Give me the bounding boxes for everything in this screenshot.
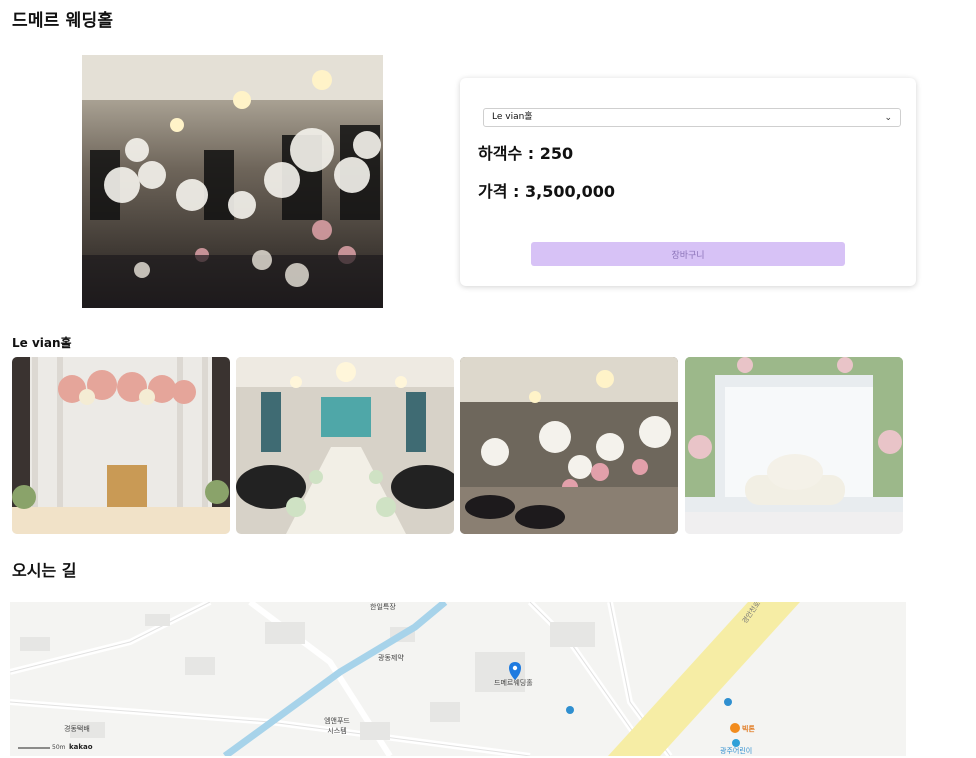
hall-select[interactable]: Le vian홀 ⌄ [483,108,901,127]
map-place-label: 빅톤 [742,725,755,733]
map-scale-label: 50m [52,744,66,751]
directions-title: 오시는 길 [12,561,77,580]
page-title: 드메르 웨딩홀 [12,11,114,31]
gallery-image-1[interactable] [12,357,230,534]
gallery-image-2[interactable] [236,357,454,534]
gallery-title: Le vian홀 [12,336,72,350]
price: 가격 : 3,500,000 [478,182,616,201]
gallery-image-3[interactable] [460,357,678,534]
map-brand-logo: kakao [69,743,93,751]
hall-info-card: Le vian홀 ⌄ 하객수 : 250 가격 : 3,500,000 장바구니 [460,78,916,286]
map-marker-label: 드메르웨딩홀 [494,679,533,687]
map-place-label: 광주어린이 [720,747,753,755]
chevron-down-icon: ⌄ [884,113,892,123]
gallery-image-4[interactable] [685,357,903,534]
add-to-cart-button[interactable]: 장바구니 [531,242,845,266]
guest-count: 하객수 : 250 [478,144,574,163]
hall-select-value: Le vian홀 [492,112,533,122]
map-place-label: 한일특장 [370,603,396,611]
map-place-label: 엠앤푸드 시스템 [324,717,350,735]
hall-main-photo [82,55,383,308]
location-map[interactable]: 한일특장 광동제약 경동택배 엠앤푸드 시스템 빅톤 광주어린이 드메르웨딩홀 … [10,602,906,756]
map-place-label: 광동제약 [378,654,404,662]
map-place-label: 경동택배 [64,725,90,733]
